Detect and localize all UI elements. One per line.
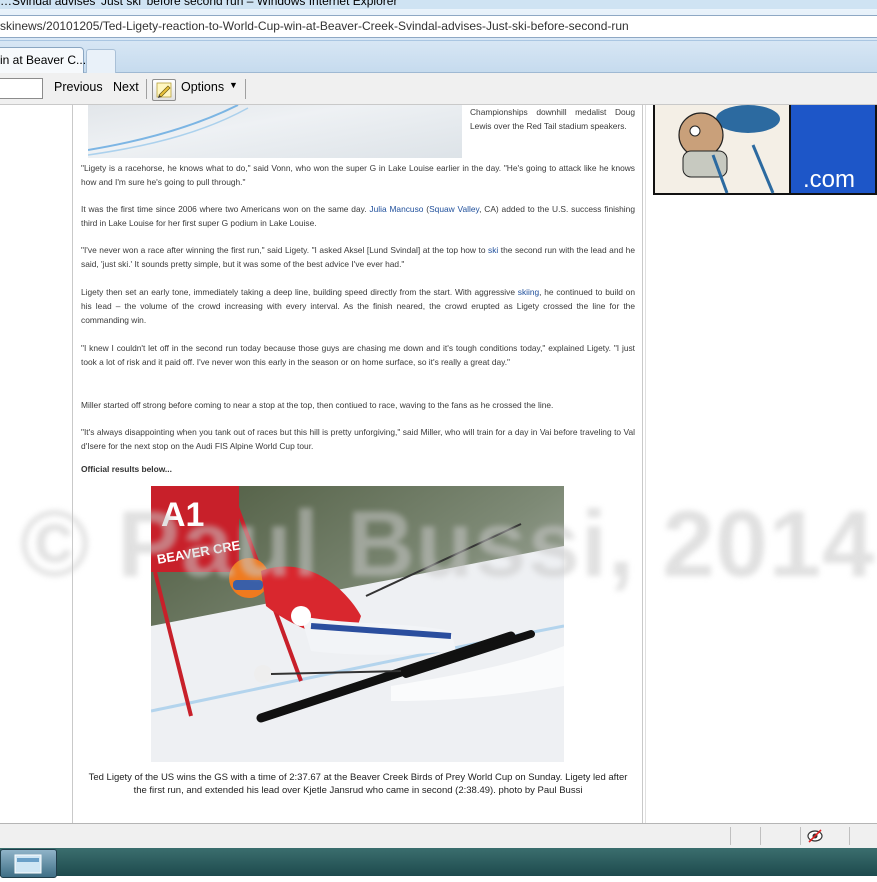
ski-link[interactable]: ski <box>488 245 498 255</box>
pencil-icon <box>156 82 172 98</box>
page-content: Championships downhill medalist Doug Lew… <box>0 105 877 823</box>
ad-image: .com <box>655 105 875 194</box>
tab-active[interactable]: in at Beaver C... <box>0 47 86 73</box>
tab-strip: in at Beaver C... <box>0 41 877 73</box>
toolbar-separator <box>146 79 147 99</box>
status-divider <box>849 827 850 845</box>
eye-icon[interactable] <box>806 828 824 844</box>
article-paragraph: "I knew I couldn't let off in the second… <box>81 343 635 367</box>
window-title: …Svindal advises 'Just ski' before secon… <box>0 0 398 8</box>
status-divider <box>800 827 801 845</box>
chevron-down-icon[interactable]: ▼ <box>229 80 238 90</box>
ad-text: .com <box>803 166 855 193</box>
advertisement[interactable]: .com <box>653 105 877 195</box>
find-bar: Previous Next Options ▼ <box>0 73 877 105</box>
status-divider <box>760 827 761 845</box>
address-field[interactable]: skinews/20101205/Ted-Ligety-reaction-to-… <box>0 15 877 38</box>
address-url[interactable]: skinews/20101205/Ted-Ligety-reaction-to-… <box>0 19 629 33</box>
article-paragraph: Miller started off strong before coming … <box>81 400 554 410</box>
gate-banner-top: A1 <box>161 496 204 534</box>
find-input[interactable] <box>0 78 43 99</box>
address-bar: skinews/20101205/Ted-Ligety-reaction-to-… <box>0 9 877 41</box>
article-paragraph: "I've never won a race after winning the… <box>81 245 635 269</box>
column-divider <box>642 105 643 823</box>
photo-side-caption: Championships downhill medalist Doug Lew… <box>470 107 635 131</box>
ligety-race-photo: A1 BEAVER CRE <box>151 486 564 762</box>
article-paragraph: "It's always disappointing when you tank… <box>81 427 635 451</box>
squaw-valley-link[interactable]: Squaw Valley <box>429 204 479 214</box>
toolbar-separator <box>245 79 246 99</box>
photo-caption: Ted Ligety of the US wins the GS with a … <box>88 772 628 796</box>
article-paragraph: Ligety then set an early tone, immediate… <box>81 287 635 325</box>
article-paragraph: "Ligety is a racehorse, he knows what to… <box>81 163 635 187</box>
status-bar <box>0 823 877 848</box>
article-photo-top <box>88 105 462 158</box>
ski-track-image <box>88 105 249 156</box>
taskbar-ie-button[interactable] <box>0 849 57 878</box>
find-previous-button[interactable]: Previous <box>54 80 103 94</box>
new-tab-button[interactable] <box>86 49 116 73</box>
taskbar <box>0 848 877 878</box>
julia-mancuso-link[interactable]: Julia Mancuso <box>369 204 423 214</box>
highlight-button[interactable] <box>152 79 176 101</box>
window-thumbnail-icon <box>14 854 42 874</box>
status-divider <box>730 827 731 845</box>
window-titlebar: …Svindal advises 'Just ski' before secon… <box>0 0 877 9</box>
tab-label[interactable]: in at Beaver C... <box>0 53 86 67</box>
results-heading: Official results below... <box>81 464 172 474</box>
find-next-button[interactable]: Next <box>113 80 139 94</box>
skier-image: A1 BEAVER CRE <box>151 486 564 762</box>
article-paragraph: It was the first time since 2006 where t… <box>81 204 635 228</box>
options-button[interactable]: Options <box>181 80 224 94</box>
column-divider <box>645 105 646 823</box>
skiing-link[interactable]: skiing <box>518 287 539 297</box>
column-divider <box>72 105 73 823</box>
